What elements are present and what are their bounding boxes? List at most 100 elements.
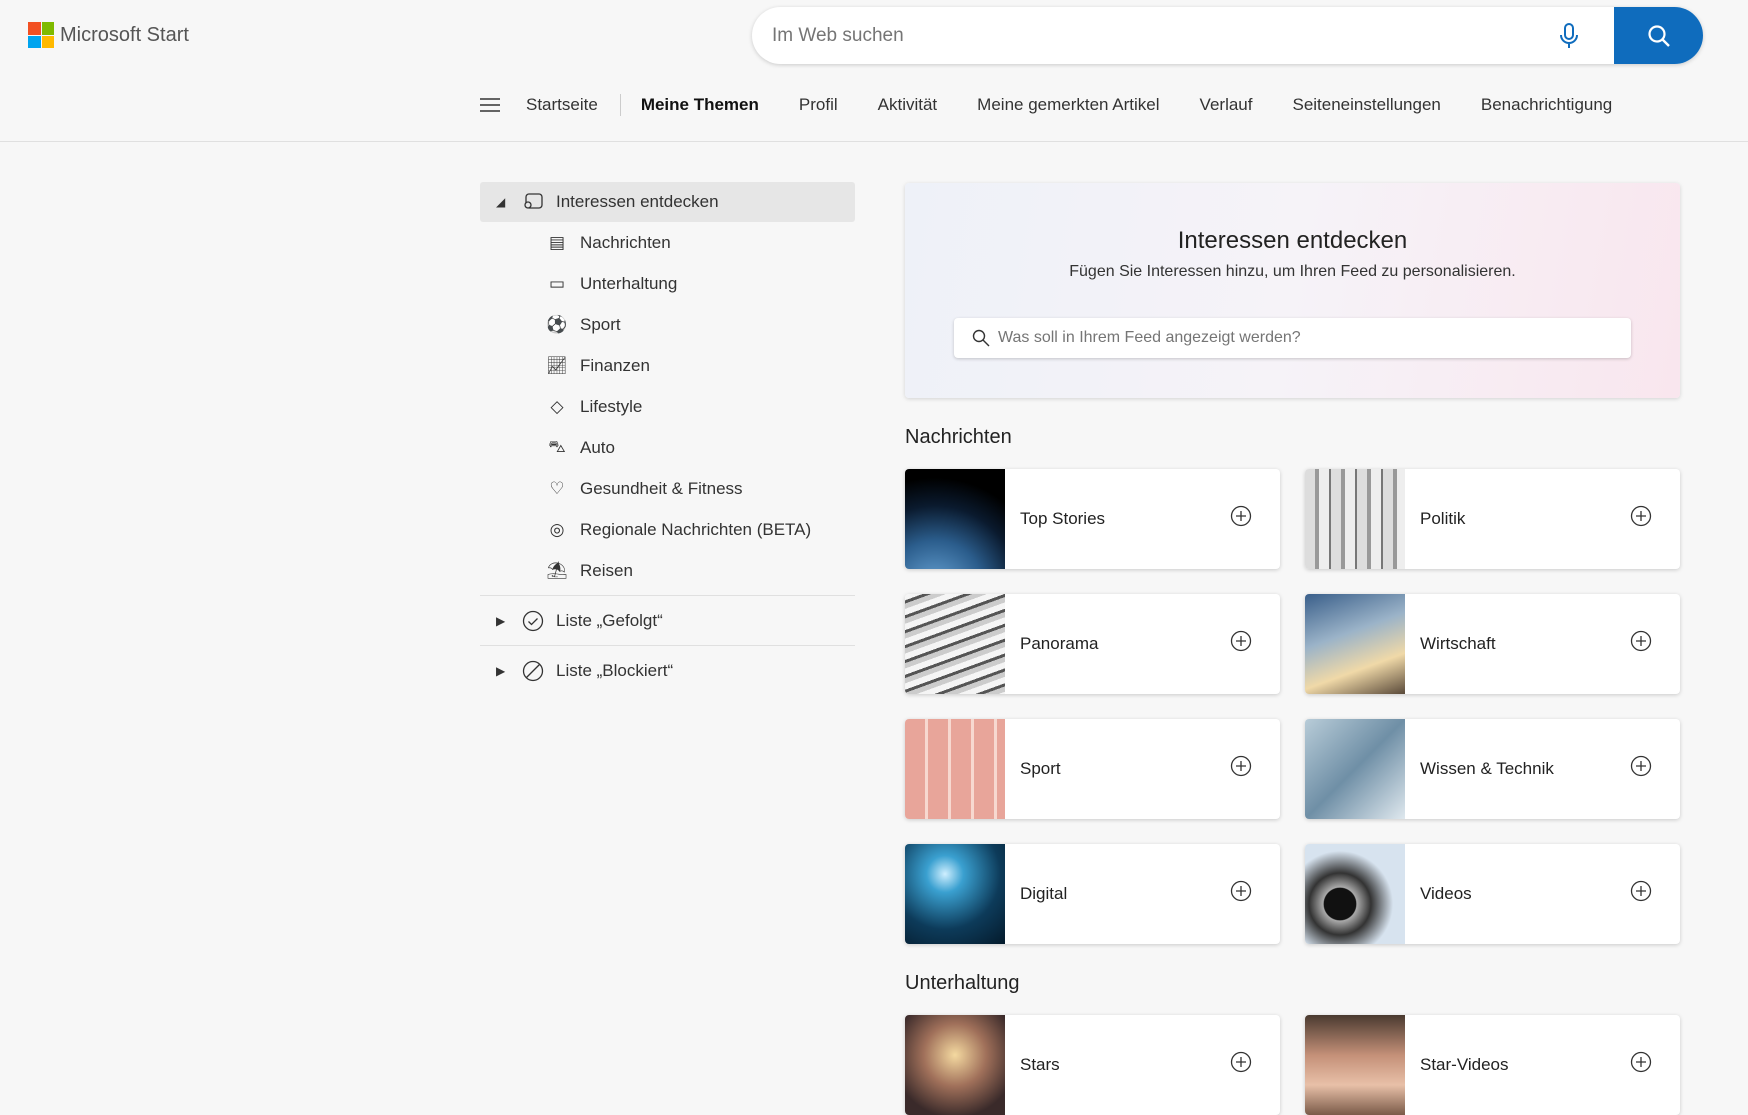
add-topic-plus-icon[interactable] [1230, 505, 1252, 527]
topic-image [1305, 1015, 1405, 1115]
topic-label: Star-Videos [1420, 1055, 1509, 1074]
top-nav: Startseite Meine Themen Profil Aktivität… [480, 94, 1652, 116]
topic-image [905, 594, 1005, 694]
sidebar-item-sport[interactable]: ⚽ Sport [480, 304, 855, 345]
topic-label: Top Stories [1020, 509, 1106, 528]
microsoft-logo-icon [28, 22, 54, 48]
topic-card[interactable]: Sport [905, 719, 1280, 819]
search-button[interactable] [1614, 7, 1703, 64]
sidebar-item-label: Gesundheit & Fitness [580, 478, 743, 498]
topic-card[interactable]: Wissen & Technik [1305, 719, 1680, 819]
discover-icon [522, 191, 544, 213]
search-icon [1647, 24, 1670, 47]
add-topic-plus-icon[interactable] [1630, 1051, 1652, 1073]
nav-seiteneinstellungen[interactable]: Seiteneinstellungen [1292, 95, 1440, 115]
sidebar-item-lifestyle[interactable]: ◇ Lifestyle [480, 386, 855, 427]
sidebar-item-label: Sport [580, 314, 621, 334]
add-topic-plus-icon[interactable] [1230, 1051, 1252, 1073]
sidebar-item-label: Regionale Nachrichten (BETA) [580, 519, 812, 539]
topic-image [905, 1015, 1005, 1115]
topic-image [905, 469, 1005, 569]
expand-triangle-icon[interactable]: ▶ [496, 614, 506, 628]
topic-card[interactable]: Star-Videos [1305, 1015, 1680, 1115]
location-pin-icon: ◎ [549, 519, 565, 539]
sidebar-item-label: Liste „Gefolgt“ [556, 610, 663, 630]
sidebar-item-label: Nachrichten [580, 232, 671, 252]
search-icon [972, 329, 990, 347]
topic-card[interactable]: Panorama [905, 594, 1280, 694]
sidebar-item-blockiert[interactable]: ▶ Liste „Blockiert“ [480, 650, 855, 691]
add-topic-plus-icon[interactable] [1230, 630, 1252, 652]
nav-gemerkte-artikel[interactable]: Meine gemerkten Artikel [977, 95, 1159, 115]
sidebar-item-label: Lifestyle [580, 396, 643, 416]
discover-hero: Interessen entdecken Fügen Sie Interesse… [905, 183, 1680, 398]
interest-search-input[interactable] [998, 329, 1598, 347]
sidebar-item-label: Interessen entdecken [556, 192, 719, 211]
brand-logo[interactable]: Microsoft Start [28, 22, 189, 48]
nav-aktivitaet[interactable]: Aktivität [878, 95, 938, 115]
topic-image [1305, 594, 1405, 694]
checkmark-circle-icon [522, 610, 544, 632]
sidebar-item-unterhaltung[interactable]: ▭ Unterhaltung [480, 263, 855, 304]
nav-benachrichtigung[interactable]: Benachrichtigung [1481, 95, 1612, 115]
topic-image [1305, 469, 1405, 569]
section-title-nachrichten: Nachrichten [905, 426, 1012, 448]
sidebar-divider [480, 595, 855, 596]
add-topic-plus-icon[interactable] [1630, 755, 1652, 777]
topic-card[interactable]: Politik [1305, 469, 1680, 569]
nav-profil[interactable]: Profil [799, 95, 838, 115]
topic-image [1305, 719, 1405, 819]
microphone-icon[interactable] [1560, 23, 1578, 49]
hero-title: Interessen entdecken [1177, 227, 1408, 254]
topic-label: Digital [1020, 884, 1068, 903]
sidebar-item-gefolgt[interactable]: ▶ Liste „Gefolgt“ [480, 600, 855, 641]
hamburger-menu-icon[interactable] [480, 98, 500, 112]
web-search-input[interactable] [772, 7, 1572, 64]
topic-card[interactable]: Stars [905, 1015, 1280, 1115]
sidebar-item-interessen-entdecken[interactable]: ◢ Interessen entdecken [480, 182, 855, 222]
topic-card[interactable]: Digital [905, 844, 1280, 944]
add-topic-plus-icon[interactable] [1230, 755, 1252, 777]
sidebar: ◢ Interessen entdecken ▤ Nachrichten ▭ Unt… [480, 182, 855, 691]
collapse-triangle-icon[interactable]: ◢ [496, 195, 506, 209]
nav-meine-themen[interactable]: Meine Themen [641, 95, 759, 115]
topic-card[interactable]: Top Stories [905, 469, 1280, 569]
topic-card[interactable]: Wirtschaft [1305, 594, 1680, 694]
topic-label: Politik [1420, 509, 1466, 528]
topic-image [905, 719, 1005, 819]
nav-verlauf[interactable]: Verlauf [1200, 95, 1253, 115]
sidebar-item-auto[interactable]: ⛍ Auto [480, 427, 855, 468]
sidebar-item-finanzen[interactable]: 📈︎ Finanzen [480, 345, 855, 386]
add-topic-plus-icon[interactable] [1630, 630, 1652, 652]
add-topic-plus-icon[interactable] [1230, 880, 1252, 902]
sidebar-divider [480, 645, 855, 646]
sidebar-item-label: Auto [580, 437, 615, 457]
car-icon: ⛍ [548, 436, 566, 456]
diamond-icon: ◇ [550, 396, 564, 416]
topic-image [1305, 844, 1405, 944]
sidebar-item-label: Unterhaltung [580, 273, 678, 293]
sidebar-item-nachrichten[interactable]: ▤ Nachrichten [480, 222, 855, 263]
sidebar-item-reisen[interactable]: ⛱ Reisen [480, 550, 855, 591]
add-topic-plus-icon[interactable] [1630, 880, 1652, 902]
expand-triangle-icon[interactable]: ▶ [496, 664, 506, 678]
topic-label: Wissen & Technik [1420, 759, 1554, 778]
sidebar-item-label: Liste „Blockiert“ [556, 660, 674, 680]
header-divider [0, 141, 1748, 142]
beach-umbrella-icon: ⛱ [546, 560, 568, 580]
ticket-icon: ▭ [548, 273, 566, 293]
nav-startseite[interactable]: Startseite [526, 95, 598, 115]
sidebar-item-gesundheit[interactable]: ♡ Gesundheit & Fitness [480, 468, 855, 509]
section-title-unterhaltung: Unterhaltung [905, 972, 1020, 994]
topic-label: Videos [1420, 884, 1472, 903]
topic-label: Stars [1020, 1055, 1060, 1074]
add-topic-plus-icon[interactable] [1630, 505, 1652, 527]
chart-trend-icon: 📈︎ [546, 355, 568, 375]
sidebar-item-regionale-nachrichten[interactable]: ◎ Regionale Nachrichten (BETA) [480, 509, 855, 550]
interest-search-box [954, 318, 1631, 358]
hero-subtitle: Fügen Sie Interessen hinzu, um Ihren Fee… [1069, 263, 1516, 280]
topic-card[interactable]: Videos [1305, 844, 1680, 944]
sports-ball-icon: ⚽ [546, 314, 568, 334]
topic-image [905, 844, 1005, 944]
brand-name: Microsoft Start [60, 23, 189, 46]
